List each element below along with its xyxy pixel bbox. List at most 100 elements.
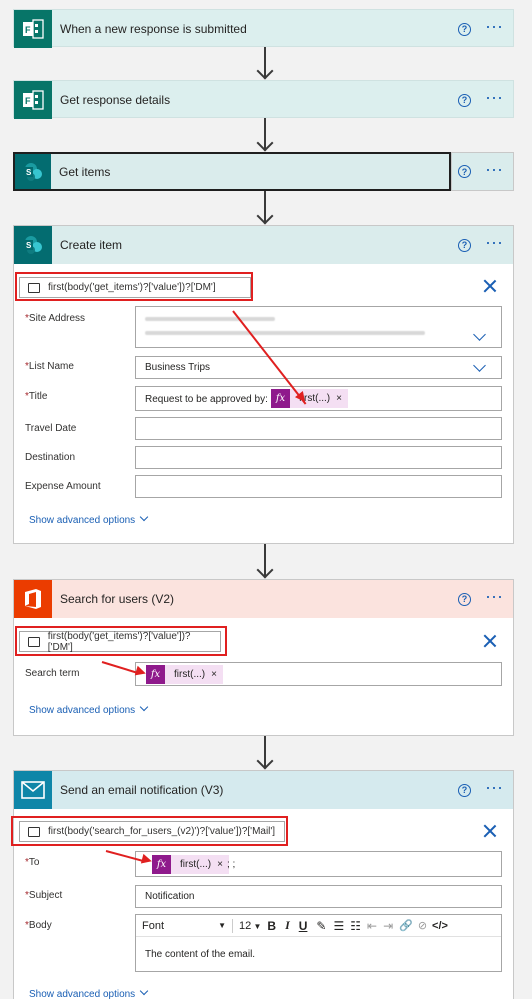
connector-arrow	[256, 118, 274, 152]
forms-icon: F	[14, 81, 52, 119]
connector-arrow	[256, 736, 274, 770]
step-create-item[interactable]: S Create item ? ··· first(body('get_item…	[13, 225, 514, 544]
step-title: Create item	[60, 238, 123, 252]
annotation-box	[15, 272, 253, 301]
font-size-select[interactable]: 12 ▼	[239, 920, 261, 932]
chevron-down-icon[interactable]	[473, 328, 486, 341]
more-options-icon[interactable]: ···	[485, 778, 503, 798]
fx-icon: fx	[152, 855, 171, 874]
help-icon[interactable]: ?	[458, 783, 472, 797]
site-address-field[interactable]	[135, 306, 502, 348]
show-advanced-options-link[interactable]: Show advanced options	[29, 986, 149, 999]
help-icon[interactable]: ?	[458, 22, 472, 36]
dynamic-token[interactable]: fx first(...) ×	[152, 855, 229, 874]
help-icon[interactable]: ?	[458, 592, 472, 606]
step-send-email[interactable]: Send an email notification (V3) ? ··· fi…	[11, 770, 514, 999]
search-term-field[interactable]: fx first(...) ×	[135, 662, 502, 686]
rich-text-toolbar: Font ▼ 12 ▼ B I U ✎ ☰ ☷ ⇤ ⇥ 🔗 ⊘ </>	[136, 915, 501, 937]
search-term-label: Search term	[25, 668, 80, 679]
fx-icon: fx	[146, 665, 165, 684]
more-options-icon[interactable]: ···	[485, 160, 503, 180]
more-options-icon[interactable]: ···	[485, 233, 503, 253]
subject-field[interactable]: Notification	[135, 885, 502, 908]
help-icon[interactable]: ?	[458, 93, 472, 107]
step-header[interactable]: F Get response details ? ···	[14, 81, 513, 119]
more-options-icon[interactable]: ···	[485, 587, 503, 607]
step-title: Get items	[59, 164, 111, 179]
mail-icon	[14, 771, 52, 809]
step-get-response-details[interactable]: F Get response details ? ···	[13, 80, 514, 119]
code-view-icon[interactable]: </>	[432, 920, 448, 932]
step-header[interactable]: F When a new response is submitted ? ···	[14, 10, 513, 48]
site-address-label: *Site Address	[25, 313, 86, 324]
body-editor[interactable]: Font ▼ 12 ▼ B I U ✎ ☰ ☷ ⇤ ⇥ 🔗 ⊘ </> The c…	[135, 914, 502, 972]
unlink-icon[interactable]: ⊘	[418, 919, 427, 932]
step-title: Search for users (V2)	[60, 592, 175, 606]
help-icon[interactable]: ?	[458, 238, 472, 252]
subject-value: Notification	[145, 891, 195, 902]
list-name-label: *List Name	[25, 361, 74, 372]
svg-text:F: F	[25, 96, 31, 106]
chevron-down-icon	[139, 702, 149, 712]
step-get-items[interactable]: S Get items	[13, 152, 451, 191]
step-get-items-actions: ? ···	[451, 152, 514, 191]
destination-label: Destination	[25, 452, 76, 463]
step-header[interactable]: S Get items	[15, 154, 449, 189]
help-icon[interactable]: ?	[458, 165, 472, 178]
expense-amount-field[interactable]	[135, 475, 502, 498]
body-label: *Body	[25, 920, 52, 931]
link-icon[interactable]: 🔗	[399, 919, 413, 932]
office-icon	[14, 580, 52, 618]
annotation-arrow	[101, 661, 139, 675]
expense-amount-label: Expense Amount	[25, 481, 101, 492]
step-header[interactable]: Search for users (V2) ? ···	[14, 580, 513, 618]
step-trigger[interactable]: F When a new response is submitted ? ···	[13, 9, 514, 48]
close-icon[interactable]	[483, 634, 497, 648]
step-search-for-users[interactable]: Search for users (V2) ? ··· first(body('…	[13, 579, 514, 736]
bullet-list-icon[interactable]: ☰	[333, 919, 344, 933]
step-header[interactable]: Send an email notification (V3) ? ···	[14, 771, 513, 809]
chevron-down-icon	[139, 512, 149, 522]
step-header[interactable]: S Create item ? ···	[14, 226, 513, 264]
font-select[interactable]: Font ▼	[142, 920, 226, 932]
remove-token-icon[interactable]: ×	[211, 669, 223, 680]
svg-text:S: S	[26, 168, 32, 177]
outdent-icon[interactable]: ⇤	[367, 919, 377, 933]
step-title: Get response details	[60, 93, 171, 107]
connector-arrow	[256, 191, 274, 225]
to-suffix: ; ;	[227, 859, 236, 870]
subject-label: *Subject	[25, 890, 63, 901]
numbered-list-icon[interactable]: ☷	[350, 919, 361, 933]
destination-field[interactable]	[135, 446, 502, 469]
title-field[interactable]: Request to be approved by: fx first(...)…	[135, 386, 502, 411]
chevron-down-icon	[139, 986, 149, 996]
title-label: *Title	[25, 391, 48, 402]
annotation-box	[15, 626, 227, 656]
more-options-icon[interactable]: ···	[485, 17, 503, 37]
list-name-field[interactable]: Business Trips	[135, 356, 502, 379]
travel-date-label: Travel Date	[25, 423, 77, 434]
list-name-value: Business Trips	[145, 362, 211, 373]
more-options-icon[interactable]: ···	[485, 88, 503, 108]
svg-text:S: S	[26, 241, 32, 250]
travel-date-field[interactable]	[135, 417, 502, 440]
italic-icon[interactable]: I	[285, 918, 290, 933]
show-advanced-options-link[interactable]: Show advanced options	[29, 512, 149, 526]
to-field[interactable]: fx first(...) × ; ;	[135, 851, 502, 877]
color-pen-icon[interactable]: ✎	[316, 919, 326, 933]
sharepoint-icon: S	[15, 154, 51, 189]
remove-token-icon[interactable]: ×	[336, 393, 348, 404]
forms-icon: F	[14, 10, 52, 48]
body-text: The content of the email.	[145, 949, 256, 960]
fx-icon: fx	[271, 389, 290, 408]
chevron-down-icon[interactable]	[473, 359, 486, 372]
dynamic-token[interactable]: fx first(...) ×	[146, 665, 223, 684]
underline-icon[interactable]: U	[299, 919, 308, 933]
show-advanced-options-link[interactable]: Show advanced options	[29, 702, 149, 716]
close-icon[interactable]	[483, 279, 497, 293]
indent-icon[interactable]: ⇥	[383, 919, 393, 933]
bold-icon[interactable]: B	[267, 919, 276, 933]
close-icon[interactable]	[483, 824, 497, 838]
step-title: Send an email notification (V3)	[60, 783, 224, 797]
annotation-box	[11, 816, 288, 846]
